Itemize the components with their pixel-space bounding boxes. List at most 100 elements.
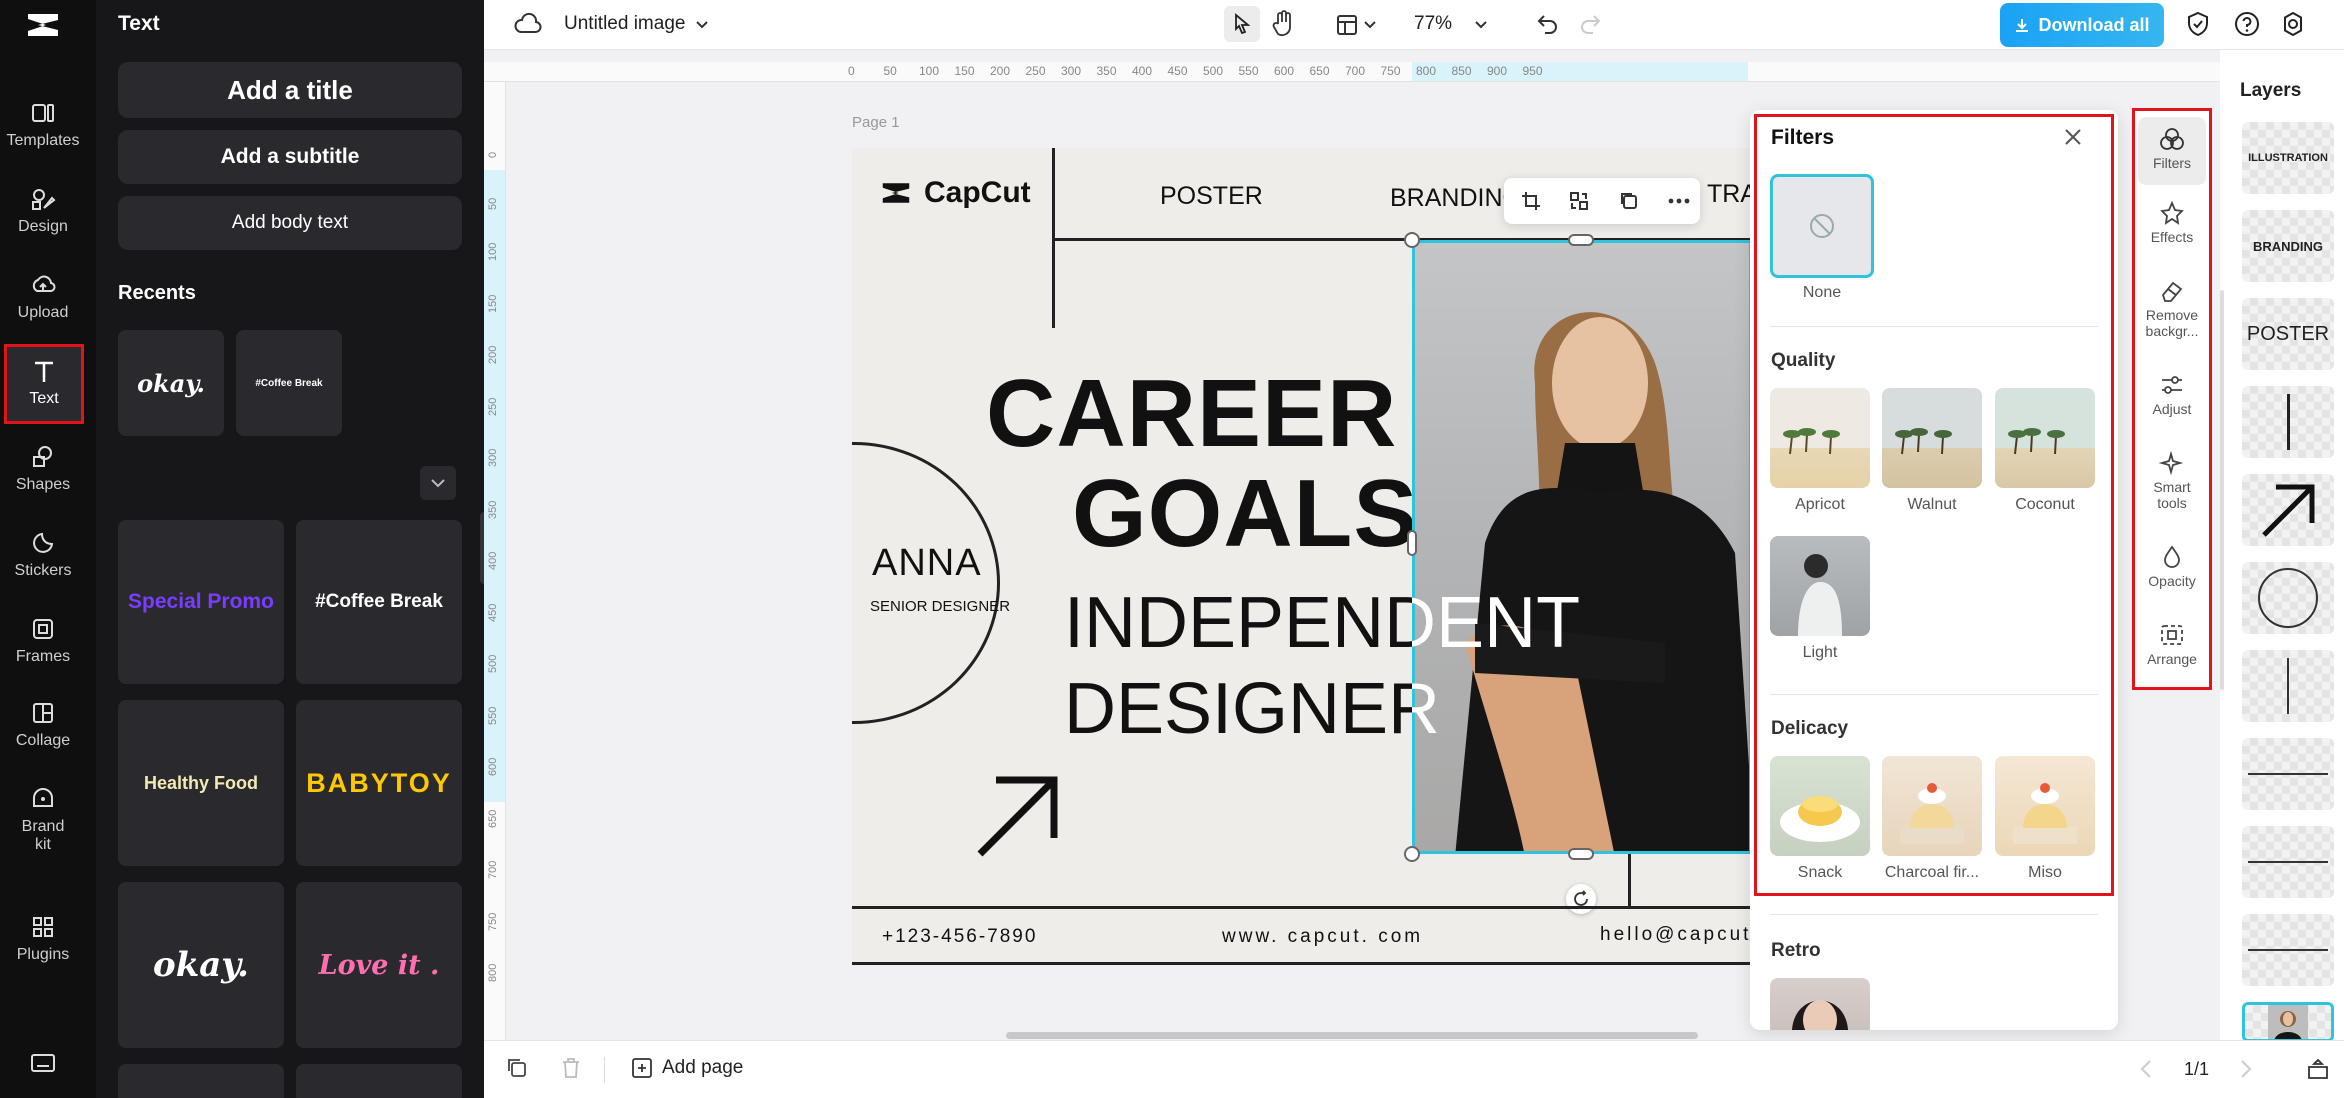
rail-design[interactable]: Design — [0, 186, 86, 236]
rail-shapes[interactable]: Shapes — [0, 444, 86, 494]
tool-smart-tools[interactable]: Smart tools — [2135, 451, 2209, 511]
select-tool-button[interactable] — [1224, 6, 1260, 42]
rail-plugins[interactable]: Plugins — [0, 914, 86, 964]
resize-handle-top[interactable] — [1568, 234, 1594, 246]
rail-brand-kit[interactable]: Brand kit — [0, 786, 86, 854]
layer-poster[interactable]: POSTER — [2242, 298, 2334, 370]
cloud-save-icon[interactable] — [514, 12, 542, 41]
recent-coffee-break[interactable]: #Coffee Break — [236, 330, 342, 436]
document-title[interactable]: Untitled image — [564, 13, 709, 35]
layer-horizontal-line-3[interactable] — [2242, 914, 2334, 986]
capcut-logo[interactable] — [24, 8, 62, 47]
resize-handle-tl[interactable] — [1404, 232, 1420, 248]
filter-charcoal[interactable] — [1882, 756, 1982, 856]
tool-filters[interactable]: Filters — [2138, 117, 2206, 185]
layer-horizontal-line-2[interactable] — [2242, 826, 2334, 898]
poster-name[interactable]: ANNA — [872, 542, 982, 585]
poster-page[interactable]: CapCut POSTER BRANDING TRA ANNA SENIOR D… — [852, 148, 1750, 966]
rail-collage[interactable]: Collage — [0, 700, 86, 750]
redo-button[interactable] — [1578, 12, 1602, 41]
layer-circle[interactable] — [2242, 562, 2334, 634]
filter-retro-1[interactable] — [1770, 978, 1870, 1030]
layer-photo[interactable] — [2242, 1002, 2334, 1042]
preset-okay[interactable]: okay. — [118, 882, 284, 1048]
close-filters-button[interactable] — [2062, 126, 2084, 153]
poster-headline-career[interactable]: CAREER — [986, 366, 1397, 462]
preset-babytoy[interactable]: BABYTOY — [296, 700, 462, 866]
keyboard-icon[interactable] — [30, 1052, 56, 1079]
poster-nav-poster[interactable]: POSTER — [1160, 182, 1263, 211]
tool-arrange[interactable]: Arrange — [2135, 623, 2209, 667]
replace-icon[interactable] — [1568, 190, 1590, 212]
rail-text[interactable]: Text — [4, 346, 84, 422]
tool-adjust[interactable]: Adjust — [2135, 373, 2209, 417]
preset-healthy-food[interactable]: Healthy Food — [118, 700, 284, 866]
layers-scrollbar[interactable] — [2220, 290, 2224, 690]
duplicate-icon[interactable] — [1618, 190, 1640, 212]
prev-page-button[interactable] — [2140, 1059, 2152, 1084]
crop-icon[interactable] — [1520, 190, 1542, 212]
tool-effects[interactable]: Effects — [2135, 201, 2209, 245]
layer-branding[interactable]: BRANDING — [2242, 210, 2334, 282]
poster-website[interactable]: www. capcut. com — [1222, 926, 1423, 948]
resize-handle-left[interactable] — [1407, 530, 1417, 556]
layer-vertical-line[interactable] — [2242, 386, 2334, 458]
zoom-dropdown[interactable]: 77% — [1414, 13, 1488, 35]
filter-miso[interactable] — [1995, 756, 2095, 856]
tool-remove-background[interactable]: Remove backgr... — [2135, 279, 2209, 339]
poster-photo-frame[interactable] — [1412, 240, 1750, 854]
rail-templates[interactable]: Templates — [0, 100, 86, 150]
preset-partial-1[interactable] — [118, 1064, 284, 1098]
resize-handle-bl[interactable] — [1404, 846, 1420, 862]
filter-coconut[interactable] — [1995, 388, 2095, 488]
layer-arrow[interactable] — [2242, 474, 2334, 546]
horizontal-scrollbar[interactable] — [1006, 1032, 1698, 1039]
add-subtitle-button[interactable]: Add a subtitle — [118, 130, 462, 184]
rail-upload[interactable]: Upload — [0, 272, 86, 322]
add-body-text-button[interactable]: Add body text — [118, 196, 462, 250]
rail-stickers[interactable]: Stickers — [0, 530, 86, 580]
poster-phone[interactable]: +123-456-7890 — [882, 926, 1037, 948]
poster-headline-independent[interactable]: INDEPENDENT INDEPENDENT — [1064, 582, 1750, 664]
filter-walnut[interactable] — [1882, 388, 1982, 488]
filter-light[interactable] — [1770, 536, 1870, 636]
shield-button[interactable] — [2186, 11, 2210, 42]
undo-button[interactable] — [1536, 12, 1560, 41]
add-page-button[interactable]: Add page — [630, 1056, 743, 1080]
poster-role[interactable]: SENIOR DESIGNER — [870, 598, 1010, 615]
add-title-button[interactable]: Add a title — [118, 62, 462, 118]
hand-tool-button[interactable] — [1270, 10, 1296, 43]
layer-illustration[interactable]: ILLUSTRATION — [2242, 122, 2334, 194]
delete-page-button[interactable] — [560, 1057, 582, 1084]
duplicate-page-button[interactable] — [506, 1057, 528, 1084]
poster-headline-goals[interactable]: GOALS — [1072, 466, 1418, 562]
tool-opacity[interactable]: Opacity — [2135, 545, 2209, 589]
preset-coffee-break[interactable]: #Coffee Break — [296, 520, 462, 684]
expand-recents-button[interactable] — [420, 466, 456, 500]
rotate-handle[interactable] — [1566, 884, 1596, 914]
poster-email[interactable]: hello@capcut — [1600, 924, 1750, 946]
recent-okay[interactable]: okay. — [118, 330, 224, 436]
preset-partial-2[interactable] — [296, 1064, 462, 1098]
next-page-button[interactable] — [2240, 1059, 2252, 1084]
filter-apricot[interactable] — [1770, 388, 1870, 488]
resize-handle-bottom[interactable] — [1568, 848, 1594, 860]
poster-nav-partial[interactable]: TRA — [1707, 180, 1750, 209]
top-bar: Untitled image 77% Download all — [484, 0, 2344, 50]
filter-snack[interactable] — [1770, 756, 1870, 856]
preset-special-promo[interactable]: Special Promo — [118, 520, 284, 684]
poster-logo[interactable]: CapCut — [878, 176, 1031, 210]
preset-love-it[interactable]: Love it . — [296, 882, 462, 1048]
settings-button[interactable] — [2280, 11, 2306, 42]
more-icon[interactable] — [1668, 198, 1690, 204]
layout-dropdown[interactable] — [1336, 14, 1376, 36]
rail-frames[interactable]: Frames — [0, 616, 86, 666]
layer-horizontal-line[interactable] — [2242, 738, 2334, 810]
poster-nav-branding[interactable]: BRANDING — [1390, 184, 1522, 213]
download-all-button[interactable]: Download all — [2000, 3, 2164, 47]
help-button[interactable] — [2234, 11, 2260, 42]
layer-vertical-line-2[interactable] — [2242, 650, 2334, 722]
filter-none[interactable] — [1770, 174, 1874, 278]
page-settings-button[interactable] — [2306, 1057, 2330, 1086]
poster-headline-designer[interactable]: DESIGNER DESIGNER — [1064, 668, 1750, 750]
